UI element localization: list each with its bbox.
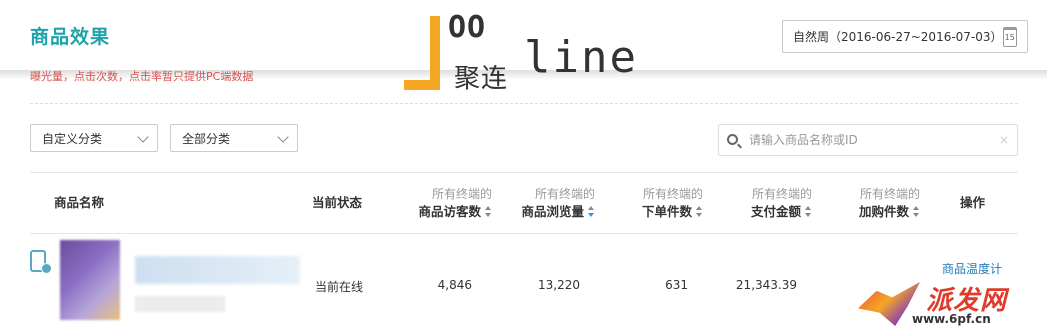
status-cell: 当前在线 <box>315 280 364 294</box>
column-status: 当前状态 <box>312 195 363 210</box>
clear-icon[interactable]: × <box>999 133 1009 147</box>
watermark-cn: 聚连 <box>454 64 509 94</box>
custom-category-select[interactable]: 自定义分类 <box>30 124 158 152</box>
watermark-j-hook <box>404 80 438 90</box>
chevron-down-icon <box>277 131 289 143</box>
table-header: 商品名称 当前状态 所有终端的 商品访客数 所有终端的 商品浏览量 所有终端的 … <box>30 172 1018 234</box>
column-product-name: 商品名称 <box>54 195 105 210</box>
watermark-j-bar <box>430 16 440 90</box>
site-corner-logo: 派发网 www.6pf.cn <box>850 274 1047 333</box>
search-icon <box>727 134 738 145</box>
product-name-blurred[interactable] <box>135 256 300 284</box>
bird-logo-icon <box>858 282 920 326</box>
column-actions: 操作 <box>960 195 986 210</box>
column-payment[interactable]: 所有终端的 支付金额 <box>722 173 812 233</box>
sort-icon[interactable] <box>588 205 595 217</box>
product-thumbnail[interactable] <box>60 240 120 320</box>
watermark-oo: OO <box>448 10 487 45</box>
page-title: 商品效果 <box>30 26 111 48</box>
column-pageviews[interactable]: 所有终端的 商品浏览量 <box>505 173 595 233</box>
column-add-to-cart[interactable]: 所有终端的 加购件数 <box>830 173 920 233</box>
product-search[interactable]: × <box>718 124 1018 156</box>
visitors-cell: 4,846 <box>437 278 472 292</box>
all-category-select[interactable]: 全部分类 <box>170 124 298 152</box>
search-input[interactable] <box>749 130 989 150</box>
all-category-label: 全部分类 <box>182 131 231 146</box>
orders-cell: 631 <box>665 278 688 292</box>
product-id-blurred <box>135 296 225 312</box>
chevron-down-icon <box>137 131 149 143</box>
column-visitors[interactable]: 所有终端的 商品访客数 <box>402 173 492 233</box>
sort-icon[interactable] <box>913 205 920 217</box>
sort-icon[interactable] <box>485 205 492 217</box>
custom-category-label: 自定义分类 <box>42 131 103 146</box>
data-scope-note: 曝光量，点击次数，点击率暂只提供PC端数据 <box>30 70 254 83</box>
check-icon <box>41 263 52 274</box>
section-divider <box>30 103 1018 104</box>
date-range-text: 自然周（2016-06-27~2016-07-03） <box>793 30 1003 44</box>
column-orders[interactable]: 所有终端的 下单件数 <box>613 173 703 233</box>
watermark-line: line <box>524 32 638 83</box>
jooline-watermark: OO line 聚连 <box>404 10 644 96</box>
calendar-icon[interactable]: 15 <box>1002 26 1017 47</box>
mobile-icon <box>30 250 52 274</box>
sort-icon[interactable] <box>805 205 812 217</box>
sort-icon[interactable] <box>696 205 703 217</box>
pageviews-cell: 13,220 <box>538 278 580 292</box>
payment-cell: 21,343.39 <box>735 278 797 292</box>
corner-logo-url: www.6pf.cn <box>912 312 991 326</box>
date-range-picker[interactable]: 自然周（2016-06-27~2016-07-03） 15 <box>782 20 1028 53</box>
